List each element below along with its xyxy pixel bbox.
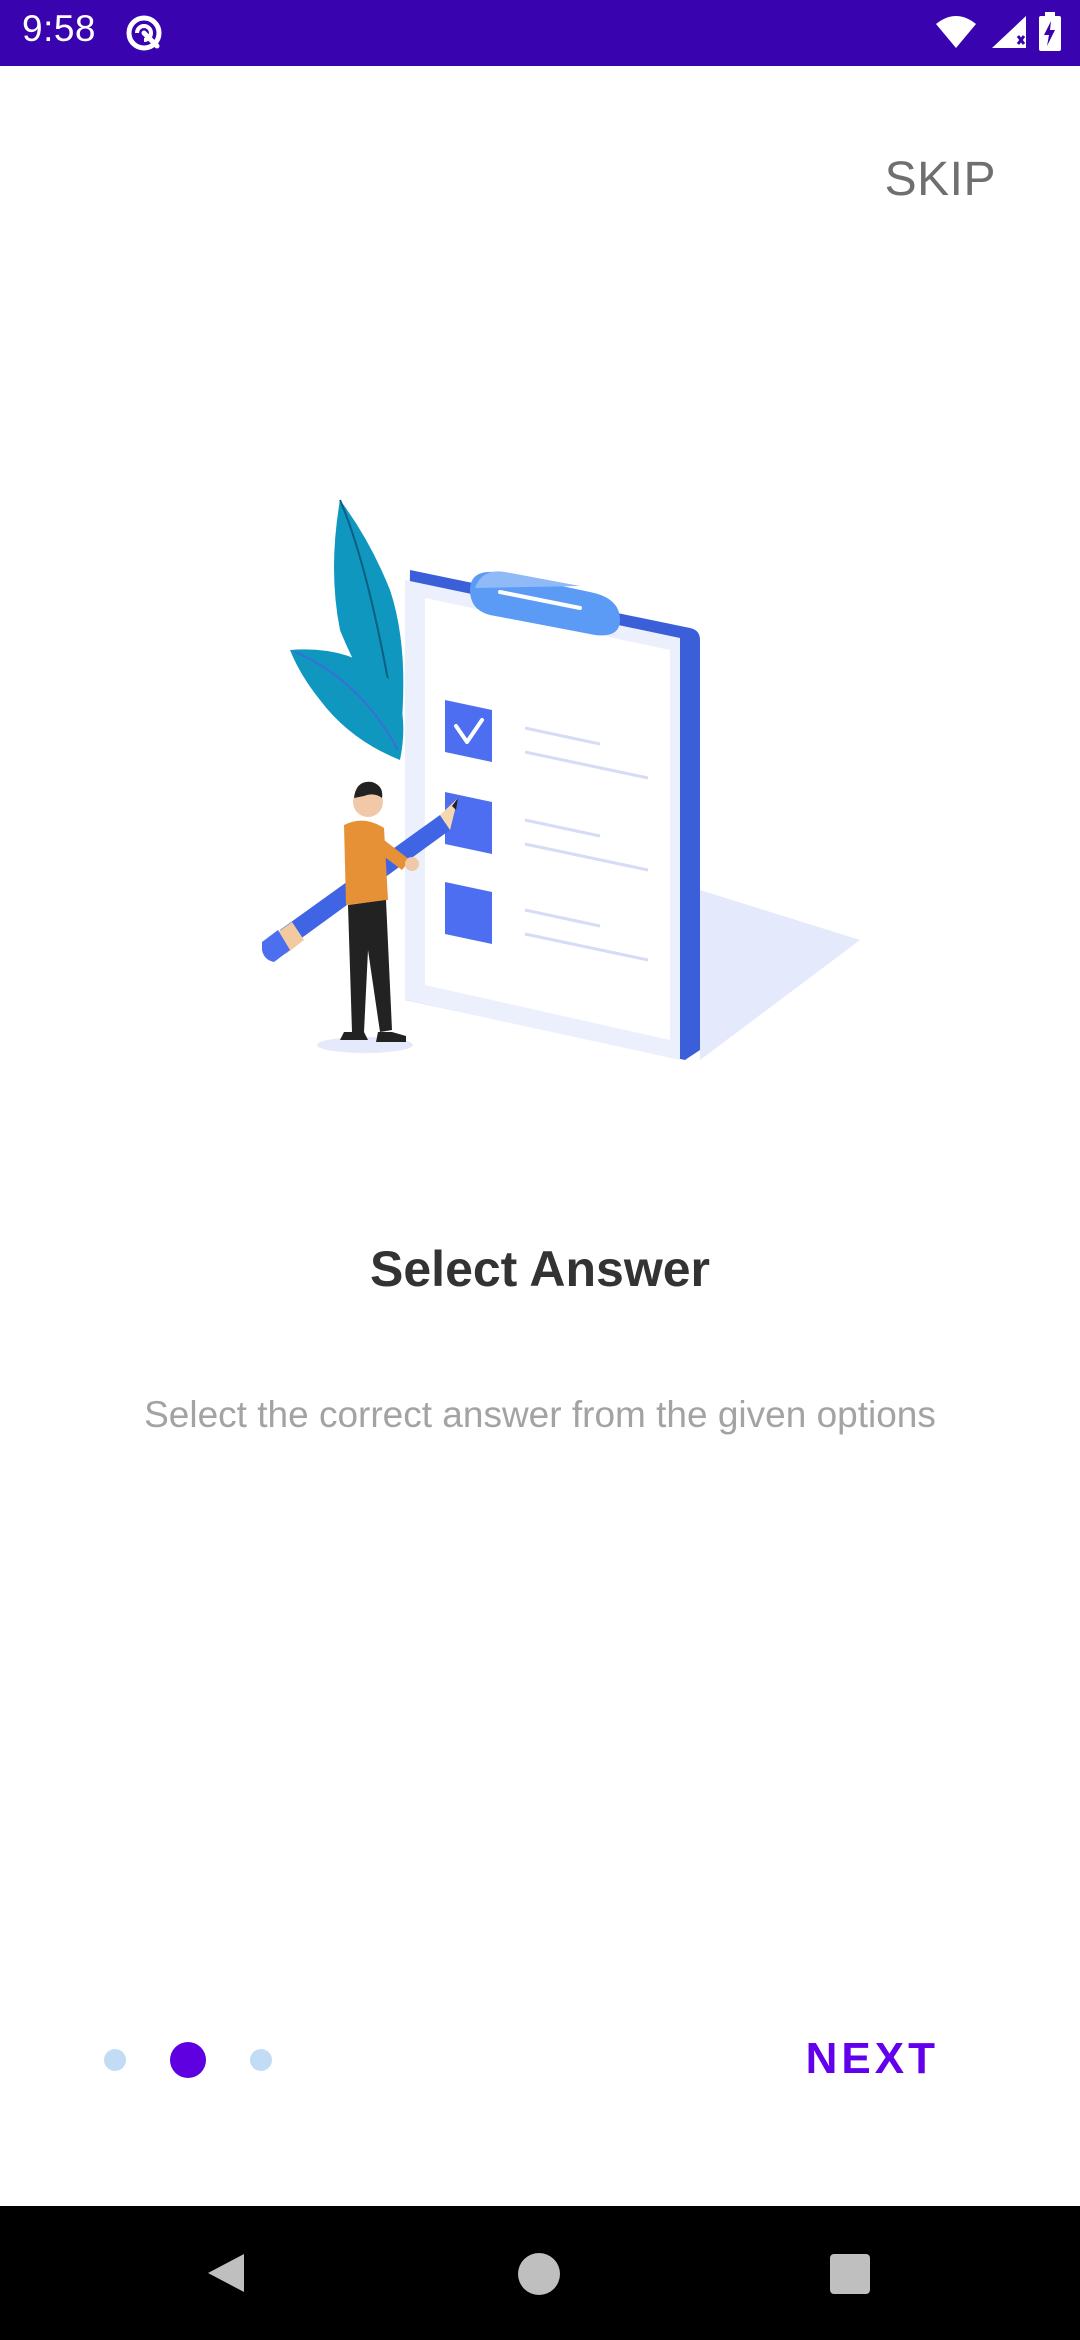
page-title: Select Answer: [370, 1241, 710, 1297]
back-icon[interactable]: [204, 2250, 250, 2296]
onboarding-illustration: [260, 480, 880, 1080]
status-icons: [934, 11, 1062, 57]
page-dot-1[interactable]: [104, 2049, 126, 2071]
app-notification-icon: [124, 13, 164, 53]
signal-icon: [988, 14, 1028, 55]
skip-button[interactable]: SKIP: [885, 152, 996, 207]
recents-icon[interactable]: [830, 2254, 870, 2294]
page-dot-3[interactable]: [250, 2049, 272, 2071]
wifi-icon: [934, 14, 978, 55]
next-button[interactable]: NEXT: [806, 2034, 939, 2084]
page-dot-2-active[interactable]: [170, 2042, 206, 2078]
status-bar: 9:58: [0, 0, 1080, 66]
onboarding-screen: 9:58 SKIP Select Answer Select the corre…: [0, 0, 1080, 2340]
home-icon[interactable]: [518, 2253, 560, 2295]
system-nav-bar: [0, 2206, 1080, 2340]
page-description: Select the correct answer from the given…: [144, 1394, 936, 1435]
status-time: 9:58: [22, 8, 97, 49]
page-indicator: [104, 2040, 272, 2080]
battery-charging-icon: [1038, 11, 1062, 57]
